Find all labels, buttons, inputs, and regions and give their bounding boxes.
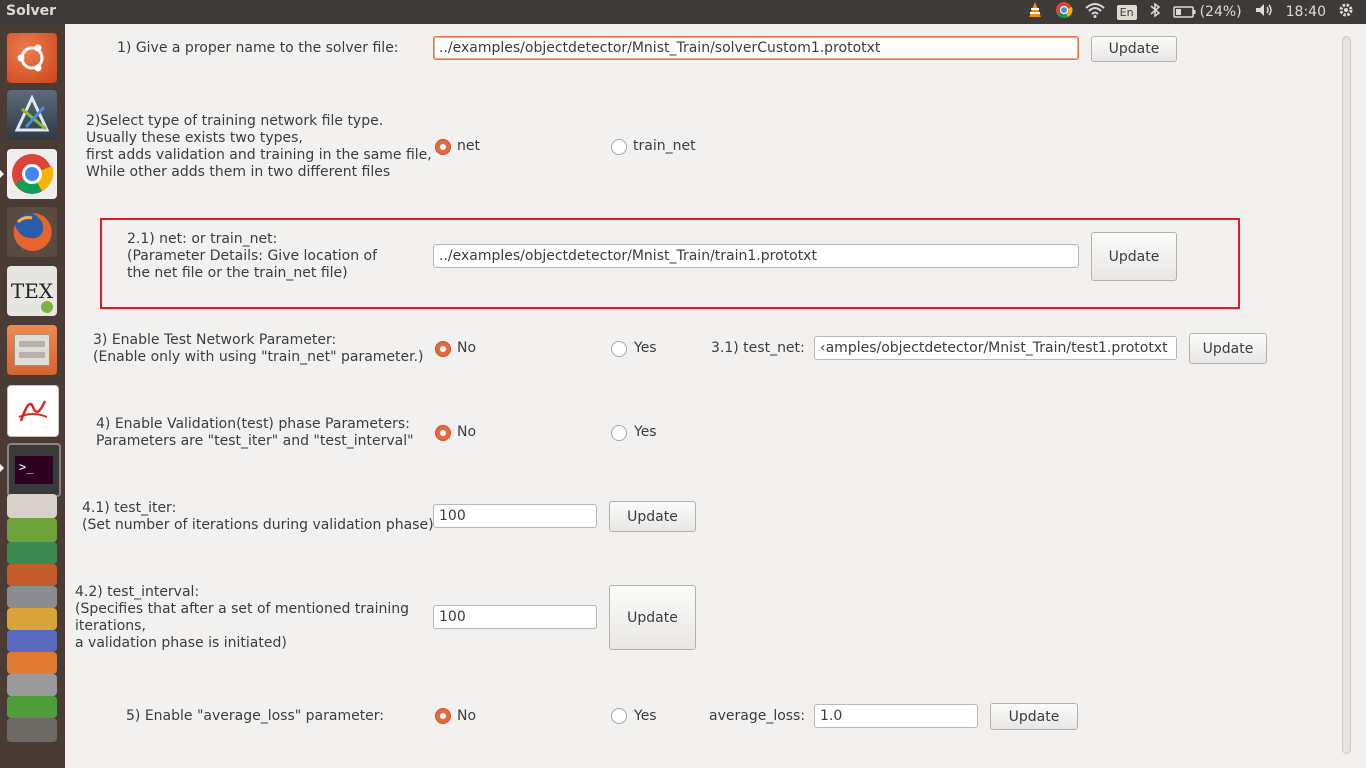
test-network-no-radio[interactable] bbox=[435, 341, 451, 357]
average-loss-value-label: average_loss: bbox=[709, 708, 806, 724]
chrome-icon[interactable] bbox=[7, 149, 57, 199]
calc-icon[interactable] bbox=[7, 542, 57, 564]
validation-no-radio[interactable] bbox=[435, 425, 451, 441]
window-title: Solver bbox=[6, 3, 57, 19]
system-tray: En (24%) 18:40 bbox=[1027, 0, 1366, 24]
validation-phase-label: 4) Enable Validation(test) phase Paramet… bbox=[96, 416, 414, 449]
running-indicator bbox=[0, 170, 4, 178]
terminal-icon[interactable]: >_ bbox=[7, 443, 61, 497]
top-panel: Solver En (24%) 18:40 bbox=[0, 0, 1366, 24]
inkscape-icon[interactable] bbox=[7, 90, 57, 140]
average-loss-yes-radio[interactable] bbox=[611, 708, 627, 724]
test-interval-label: 4.2) test_interval: (Specifies that afte… bbox=[75, 584, 410, 651]
wifi-icon[interactable] bbox=[1085, 2, 1105, 22]
battery-indicator[interactable]: (24%) bbox=[1172, 4, 1242, 20]
test-network-label: 3) Enable Test Network Parameter: (Enabl… bbox=[93, 332, 424, 365]
vlc-icon[interactable] bbox=[7, 518, 57, 542]
chrome-tray-icon[interactable] bbox=[1055, 1, 1073, 23]
average-loss-label: 5) Enable "average_loss" parameter: bbox=[126, 708, 385, 724]
keyboard-layout-indicator[interactable]: En bbox=[1116, 4, 1137, 20]
average-loss-update-button[interactable]: Update bbox=[990, 703, 1078, 730]
vlc-tray-icon[interactable] bbox=[1027, 1, 1043, 23]
file-cabinet-icon bbox=[14, 334, 50, 366]
solver-name-update-button[interactable]: Update bbox=[1091, 36, 1177, 62]
app-stack-icon[interactable] bbox=[7, 564, 57, 586]
texmaker-icon[interactable]: TEX bbox=[7, 266, 57, 316]
average-loss-input[interactable]: 1.0 bbox=[814, 704, 978, 728]
average-loss-yes-label: Yes bbox=[634, 708, 657, 724]
net-location-update-button[interactable]: Update bbox=[1091, 232, 1177, 281]
test-interval-update-button[interactable]: Update bbox=[609, 585, 696, 650]
trash-icon[interactable] bbox=[7, 718, 57, 742]
texmaker-label: TEX bbox=[10, 279, 54, 303]
validation-yes-label: Yes bbox=[634, 424, 657, 440]
validation-yes-radio[interactable] bbox=[611, 425, 627, 441]
ubuntu-dash-icon[interactable] bbox=[7, 33, 57, 83]
files-icon[interactable] bbox=[7, 325, 57, 375]
test-net-input[interactable]: ‹amples/objectdetector/Mnist_Train/test1… bbox=[814, 336, 1177, 360]
test-iter-input[interactable]: 100 bbox=[433, 504, 597, 528]
battery-percent: (24%) bbox=[1199, 4, 1242, 20]
launcher: TEX >_ bbox=[0, 24, 65, 768]
battery-icon bbox=[1172, 6, 1196, 18]
net-location-label: 2.1) net: or train_net: (Parameter Detai… bbox=[127, 231, 378, 281]
net-radio-label: net bbox=[457, 138, 480, 154]
test-net-label: 3.1) test_net: bbox=[711, 340, 805, 356]
train-net-radio[interactable] bbox=[611, 139, 627, 155]
average-loss-no-radio[interactable] bbox=[435, 708, 451, 724]
solver-name-input[interactable]: ../examples/objectdetector/Mnist_Train/s… bbox=[433, 36, 1079, 60]
writer-icon[interactable] bbox=[7, 494, 57, 518]
test-network-yes-label: Yes bbox=[634, 340, 657, 356]
test-iter-update-button[interactable]: Update bbox=[609, 501, 696, 532]
vertical-scrollbar[interactable] bbox=[1342, 36, 1351, 754]
running-indicator bbox=[0, 464, 4, 472]
test-network-no-label: No bbox=[457, 340, 477, 356]
clock[interactable]: 18:40 bbox=[1286, 4, 1326, 20]
impress-icon[interactable] bbox=[7, 608, 57, 630]
solver-name-label: 1) Give a proper name to the solver file… bbox=[117, 40, 399, 56]
network-type-label: 2)Select type of training network file t… bbox=[86, 113, 432, 180]
solver-form: 1) Give a proper name to the solver file… bbox=[65, 24, 1366, 768]
average-loss-no-label: No bbox=[457, 708, 477, 724]
test-iter-label: 4.1) test_iter: (Set number of iteration… bbox=[82, 500, 434, 533]
test-network-yes-radio[interactable] bbox=[611, 341, 627, 357]
train-net-radio-label: train_net bbox=[633, 138, 696, 154]
software-updater-icon[interactable] bbox=[7, 696, 57, 718]
test-net-update-button[interactable]: Update bbox=[1189, 333, 1267, 364]
software-center-icon[interactable] bbox=[7, 652, 57, 674]
draw-icon[interactable] bbox=[7, 586, 57, 608]
settings-icon[interactable] bbox=[7, 674, 57, 696]
firefox-icon[interactable] bbox=[7, 207, 57, 257]
settings-gear-icon[interactable] bbox=[1338, 2, 1354, 22]
test-interval-input[interactable]: 100 bbox=[433, 605, 597, 629]
document-viewer-icon[interactable] bbox=[7, 385, 59, 437]
net-location-input[interactable]: ../examples/objectdetector/Mnist_Train/t… bbox=[433, 244, 1079, 268]
volume-icon[interactable] bbox=[1254, 2, 1274, 22]
validation-no-label: No bbox=[457, 424, 477, 440]
gear-badge-icon bbox=[41, 301, 53, 313]
installer-icon[interactable] bbox=[7, 630, 57, 652]
net-radio[interactable] bbox=[435, 139, 451, 155]
bluetooth-icon[interactable] bbox=[1149, 2, 1161, 22]
